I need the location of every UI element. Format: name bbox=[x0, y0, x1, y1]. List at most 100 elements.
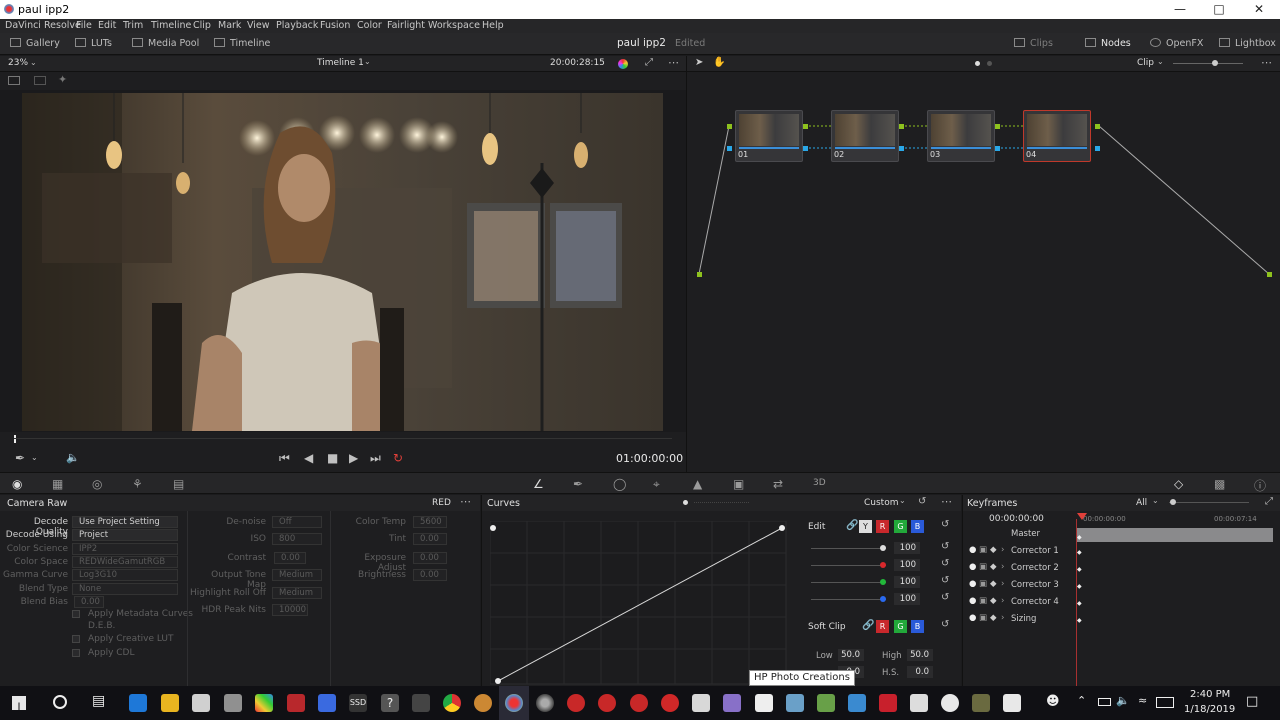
node-03[interactable]: 03 bbox=[927, 110, 995, 162]
app-icon[interactable] bbox=[567, 694, 585, 712]
chevron-right-icon[interactable]: › bbox=[1001, 579, 1004, 589]
key-icon[interactable]: ▣ bbox=[733, 477, 744, 491]
gamma-curve-dropdown[interactable]: Log3G10 bbox=[72, 569, 178, 581]
color-temp-input[interactable]: 5600 bbox=[413, 516, 447, 528]
node-03-rgb-out[interactable] bbox=[995, 124, 1000, 129]
keyframe-zoom-handle[interactable] bbox=[1170, 499, 1176, 505]
motion-effects-icon[interactable]: ▤ bbox=[173, 477, 184, 491]
edge-icon[interactable] bbox=[129, 694, 147, 712]
zoom-dropdown[interactable]: 23% bbox=[8, 58, 28, 68]
exposure-adjust-input[interactable]: 0.00 bbox=[413, 552, 447, 564]
app-icon[interactable] bbox=[630, 694, 648, 712]
scrubber-bar[interactable] bbox=[0, 432, 686, 446]
diamond-icon[interactable]: ◆ bbox=[990, 579, 997, 589]
wifi-icon[interactable]: ≈ bbox=[1138, 694, 1147, 707]
menu-item-clip[interactable]: Clip bbox=[193, 20, 211, 31]
lock-icon[interactable]: ▣ bbox=[979, 596, 987, 606]
menu-item-view[interactable]: View bbox=[247, 20, 270, 31]
app-icon[interactable] bbox=[318, 694, 336, 712]
blend-type-dropdown[interactable]: None bbox=[72, 583, 178, 595]
split-view-icon[interactable] bbox=[34, 76, 46, 85]
source-input-port[interactable] bbox=[697, 272, 702, 277]
app-icon[interactable] bbox=[692, 694, 710, 712]
keyframes-icon[interactable]: ◇ bbox=[1174, 477, 1183, 491]
reset-icon[interactable]: ↺ bbox=[941, 558, 949, 569]
loop-icon[interactable]: ↻ bbox=[393, 451, 403, 465]
keyframe-row-corrector-4[interactable]: ● ▣ ◆ › Corrector 4 bbox=[963, 595, 1075, 611]
davinci-resolve-icon[interactable] bbox=[505, 694, 523, 712]
decode-quality-dropdown[interactable]: Use Project Setting bbox=[72, 516, 178, 528]
y-intensity-value[interactable]: 100 bbox=[894, 542, 920, 554]
keyframe-playhead[interactable] bbox=[1077, 513, 1087, 520]
b-slider-handle[interactable] bbox=[880, 596, 886, 602]
keyframe-row-master[interactable]: Master bbox=[963, 527, 1075, 543]
color-space-dropdown[interactable]: REDWideGamutRGB bbox=[72, 556, 178, 568]
app-icon[interactable] bbox=[786, 694, 804, 712]
minimize-button[interactable]: — bbox=[1165, 2, 1195, 16]
menu-item-davinci[interactable]: DaVinci Resolve bbox=[5, 20, 81, 31]
diamond-icon[interactable]: ◆ bbox=[990, 613, 997, 623]
photos-icon[interactable] bbox=[1003, 694, 1021, 712]
video-frame[interactable] bbox=[22, 93, 663, 431]
curves-preset-dropdown[interactable]: Custom bbox=[864, 498, 898, 508]
windows-start-icon[interactable] bbox=[12, 696, 26, 710]
timeline-button[interactable]: Timeline bbox=[214, 38, 270, 49]
clips-button[interactable]: Clips bbox=[1014, 38, 1053, 49]
node-mode-dropdown[interactable]: Clip bbox=[1137, 58, 1154, 68]
node-04-rgb-out[interactable] bbox=[1095, 124, 1100, 129]
tint-input[interactable]: 0.00 bbox=[413, 533, 447, 545]
curves-icon[interactable]: ∠ bbox=[533, 477, 544, 491]
zoom-slider[interactable] bbox=[1173, 63, 1243, 64]
node-01-key-in[interactable] bbox=[727, 146, 732, 151]
r-slider-track[interactable] bbox=[811, 565, 886, 566]
g-intensity-value[interactable]: 100 bbox=[894, 576, 920, 588]
g-slider-handle[interactable] bbox=[880, 579, 886, 585]
low-value[interactable]: 50.0 bbox=[838, 649, 864, 661]
lightbox-button[interactable]: Lightbox bbox=[1219, 38, 1276, 49]
node-01-rgb-in[interactable] bbox=[727, 124, 732, 129]
menu-item-color[interactable]: Color bbox=[357, 20, 382, 31]
tray-chevron-icon[interactable]: ⌃ bbox=[1077, 694, 1086, 707]
node-02-key-out[interactable] bbox=[899, 146, 904, 151]
channel-y-button[interactable]: Y bbox=[859, 520, 872, 533]
keyframe-marker[interactable]: ◆ bbox=[1077, 549, 1082, 556]
menu-item-workspace[interactable]: Workspace bbox=[428, 20, 480, 31]
node-02[interactable]: 02 bbox=[831, 110, 899, 162]
app-icon[interactable] bbox=[848, 694, 866, 712]
gallery-button[interactable]: Gallery bbox=[10, 38, 60, 49]
menu-item-playback[interactable]: Playback bbox=[276, 20, 318, 31]
reset-icon[interactable]: ↺ bbox=[941, 519, 949, 530]
color-science-dropdown[interactable]: IPP2 bbox=[72, 543, 178, 555]
more-options-icon[interactable]: ⋯ bbox=[941, 495, 952, 508]
apply-cdl-checkbox[interactable] bbox=[72, 649, 80, 657]
menu-item-mark[interactable]: Mark bbox=[218, 20, 241, 31]
chevron-right-icon[interactable]: › bbox=[1001, 545, 1004, 555]
channel-g-button[interactable]: G bbox=[894, 520, 907, 533]
keyframe-marker[interactable]: ◆ bbox=[1077, 617, 1082, 624]
mcafee-icon[interactable] bbox=[879, 694, 897, 712]
keyframe-marker[interactable]: ◆ bbox=[1077, 583, 1082, 590]
output-tone-map-dropdown[interactable]: Medium bbox=[272, 569, 322, 581]
3d-icon[interactable]: 3D bbox=[813, 478, 826, 488]
play-reverse-icon[interactable]: ◀ bbox=[304, 451, 313, 465]
keyframe-filter-dropdown[interactable]: All bbox=[1136, 498, 1147, 508]
chrome-icon[interactable] bbox=[443, 694, 461, 712]
skip-end-icon[interactable]: ⏭ bbox=[370, 451, 381, 466]
task-view-icon[interactable]: ▤ bbox=[92, 693, 105, 709]
b-intensity-value[interactable]: 100 bbox=[894, 593, 920, 605]
window-icon[interactable]: ◯ bbox=[613, 477, 626, 491]
app-icon[interactable] bbox=[224, 694, 242, 712]
zoom-slider-handle[interactable] bbox=[1212, 60, 1218, 66]
app-icon[interactable] bbox=[412, 694, 430, 712]
help-app-icon[interactable]: ? bbox=[381, 694, 399, 712]
chevron-right-icon[interactable]: › bbox=[1001, 562, 1004, 572]
page-dot-active[interactable] bbox=[975, 61, 980, 66]
keyframe-row-corrector-1[interactable]: ● ▣ ◆ › Corrector 1 bbox=[963, 544, 1075, 560]
camera-raw-icon[interactable]: ◉ bbox=[12, 477, 22, 491]
page-dot[interactable] bbox=[987, 61, 992, 66]
ssd-app-icon[interactable]: SSD bbox=[349, 694, 367, 712]
lock-icon[interactable]: ▣ bbox=[979, 613, 987, 623]
openfx-button[interactable]: OpenFX bbox=[1150, 38, 1203, 49]
r-slider-handle[interactable] bbox=[880, 562, 886, 568]
apply-metadata-curves-checkbox[interactable] bbox=[72, 610, 80, 618]
